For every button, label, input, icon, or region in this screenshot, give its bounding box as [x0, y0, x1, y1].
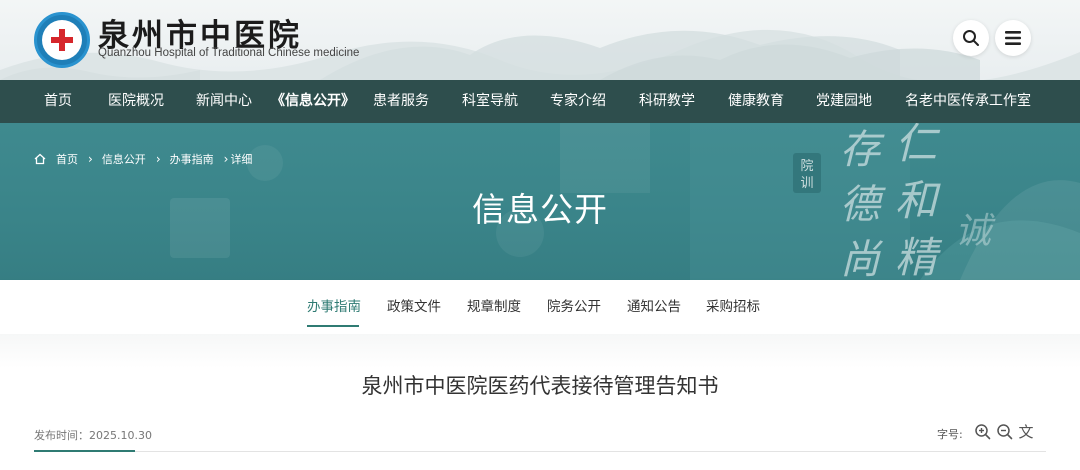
nav-item-tcm-studio[interactable]: 名老中医传承工作室: [905, 80, 1031, 123]
site-header: 泉州市中医院 Quanzhou Hospital of Traditional …: [0, 0, 1080, 80]
red-cross-icon: [51, 29, 73, 51]
breadcrumb-detail: 详细: [230, 153, 253, 166]
zoom-in-button[interactable]: [972, 421, 992, 441]
breadcrumb: 首页 › 信息公开 › 办事指南 › 详细: [34, 151, 258, 167]
menu-icon: [1005, 31, 1021, 45]
publish-date: 发布时间：2025.10.30: [34, 429, 152, 442]
banner-title: 信息公开: [472, 190, 608, 229]
font-size-label: 字号:: [937, 428, 963, 441]
calligraphy-char: 院: [800, 159, 813, 174]
site-subtitle: Quanzhou Hospital of Traditional Chinese…: [98, 47, 360, 59]
breadcrumb-info-disclosure[interactable]: 信息公开: [102, 151, 146, 167]
page-banner: 院 训 存 德 尚 仁 和 精 诚 首页 › 信息公开 › 办事指南 › 详细 …: [0, 123, 1080, 280]
nav-item-research[interactable]: 科研教学: [639, 80, 695, 123]
active-tab-underline: [307, 325, 359, 327]
article-title: 泉州市中医院医药代表接待管理告知书: [361, 374, 719, 398]
nav-item-party-building[interactable]: 党建园地: [816, 80, 872, 123]
nav-item-health-education[interactable]: 健康教育: [728, 80, 784, 123]
sub-nav: 办事指南 政策文件 规章制度 院务公开 通知公告 采购招标: [0, 280, 1080, 334]
subnav-item-notices[interactable]: 通知公告: [627, 280, 681, 334]
menu-button[interactable]: [995, 20, 1031, 56]
calligraphy-char: 存: [840, 127, 885, 173]
chevron-right-icon: ›: [155, 152, 161, 166]
breadcrumb-home[interactable]: 首页: [56, 151, 78, 167]
logo-emblem: [42, 20, 82, 60]
meta-divider-accent: [34, 450, 135, 452]
subnav-item-policy[interactable]: 政策文件: [387, 280, 441, 334]
calligraphy-char: 尚: [840, 237, 884, 280]
subnav-item-affairs[interactable]: 院务公开: [547, 280, 601, 334]
nav-item-home[interactable]: 首页: [44, 80, 72, 123]
zoom-out-icon: [996, 423, 1012, 439]
nav-item-experts[interactable]: 专家介绍: [550, 80, 606, 123]
nav-item-info-disclosure[interactable]: 《信息公开》: [271, 80, 355, 123]
nav-item-departments[interactable]: 科室导航: [462, 80, 518, 123]
nav-item-news[interactable]: 新闻中心: [196, 80, 252, 123]
search-icon: [963, 30, 979, 46]
hospital-logo[interactable]: [34, 12, 90, 68]
nav-item-patient-service[interactable]: 患者服务: [373, 80, 429, 123]
page: 泉州市中医院 Quanzhou Hospital of Traditional …: [0, 0, 1080, 470]
nav-item-overview[interactable]: 医院概况: [108, 80, 164, 123]
calligraphy-char: 精: [895, 233, 943, 280]
main-nav: 首页 医院概况 新闻中心 《信息公开》 患者服务 科室导航 专家介绍 科研教学 …: [0, 80, 1080, 123]
subnav-item-regulations[interactable]: 规章制度: [467, 280, 521, 334]
chevron-right-icon: ›: [88, 152, 93, 166]
text-size-button[interactable]: 文: [1016, 421, 1036, 441]
home-icon[interactable]: [34, 153, 46, 165]
content-area: [0, 334, 1080, 470]
breadcrumb-guide[interactable]: 办事指南: [170, 151, 214, 167]
subnav-item-procurement[interactable]: 采购招标: [706, 280, 760, 334]
search-button[interactable]: [953, 20, 989, 56]
calligraphy-char: 仁: [895, 123, 941, 168]
meta-divider: [34, 451, 1046, 452]
zoom-out-button[interactable]: [994, 421, 1014, 441]
chevron-right-icon: ›: [223, 152, 229, 166]
zoom-in-icon: [974, 423, 990, 439]
